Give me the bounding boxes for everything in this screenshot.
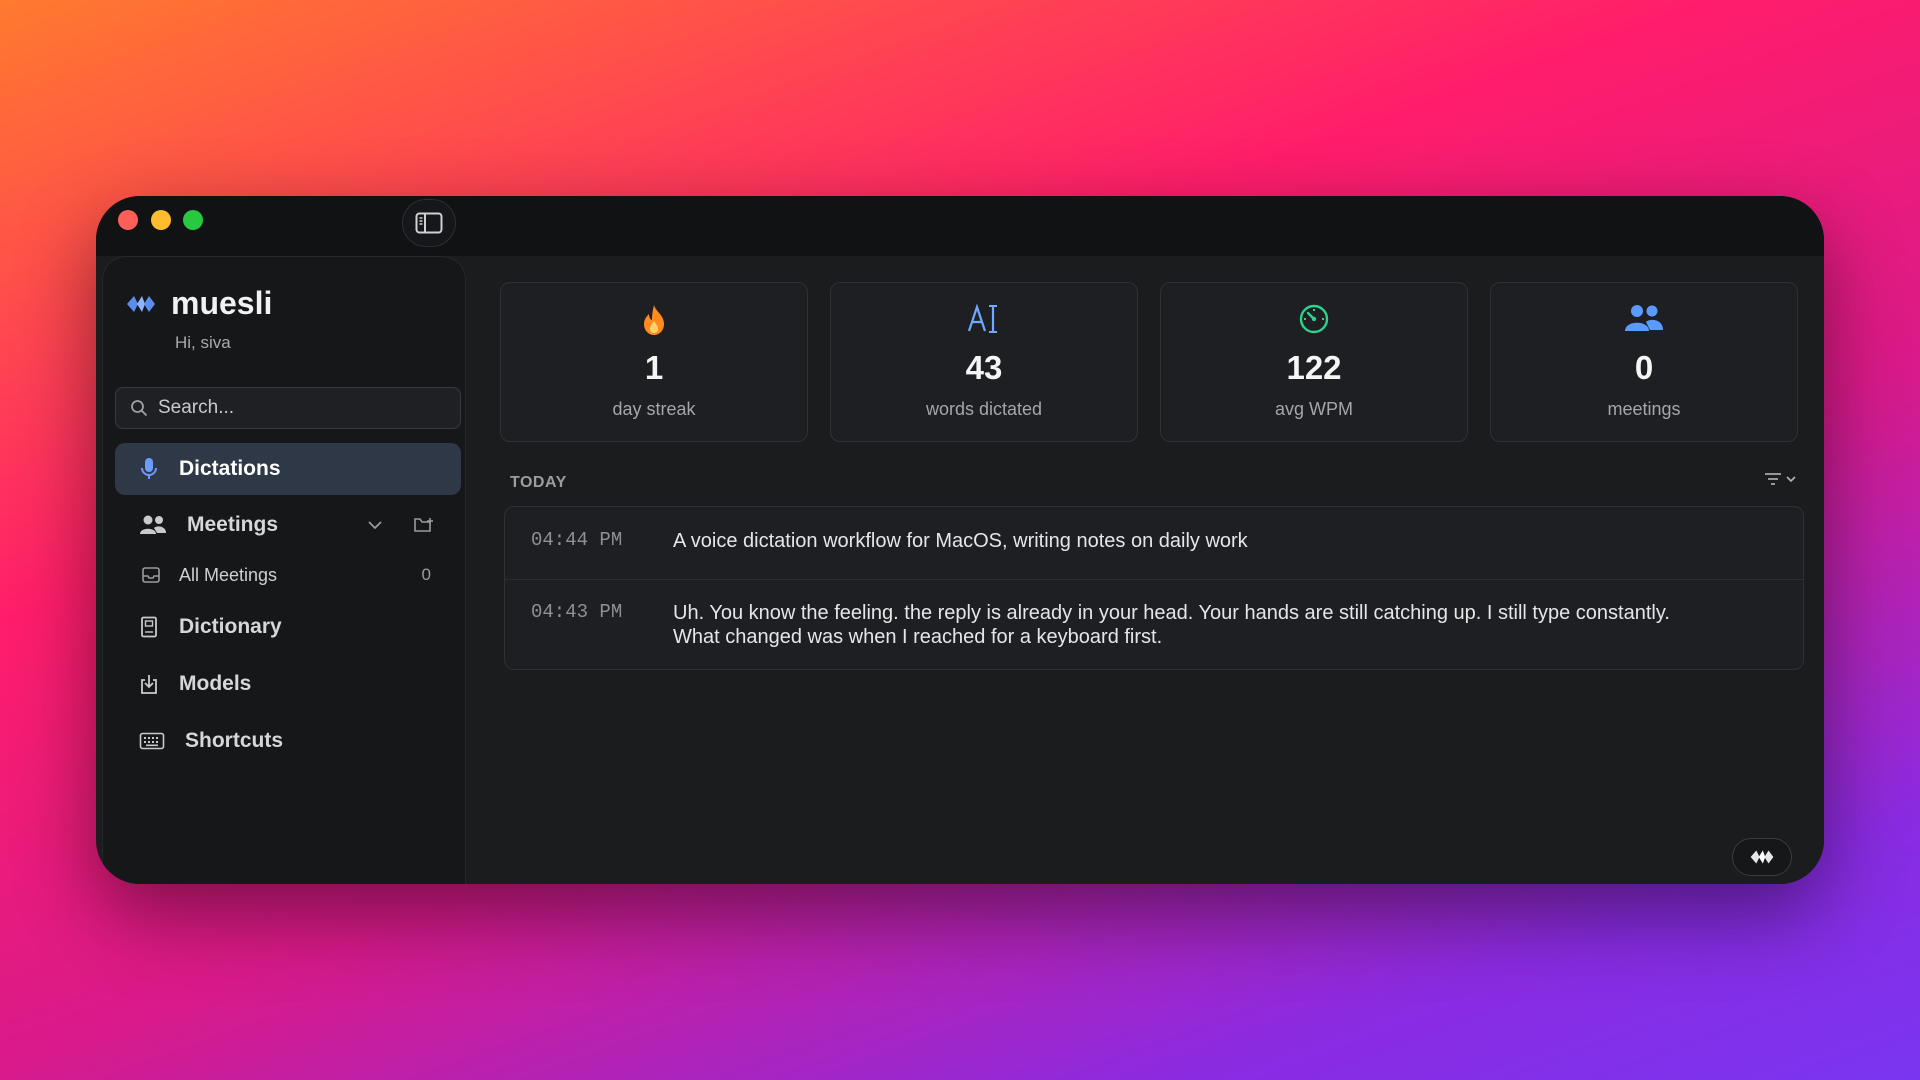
close-window-button[interactable] bbox=[118, 210, 138, 230]
sidebar-item-label: Dictations bbox=[179, 457, 281, 480]
stat-value: 122 bbox=[1286, 349, 1342, 386]
stat-value: 1 bbox=[644, 349, 664, 386]
minimize-window-button[interactable] bbox=[151, 210, 171, 230]
dictation-time: 04:43 PM bbox=[531, 601, 623, 623]
sidebar: muesli Hi, siva Dictations bbox=[102, 256, 466, 884]
stat-card-meetings: 0 meetings bbox=[1490, 282, 1798, 442]
search-input[interactable] bbox=[158, 397, 448, 419]
stat-caption: meetings bbox=[1607, 399, 1681, 419]
title-bar bbox=[96, 196, 1824, 256]
all-meetings-count: 0 bbox=[421, 565, 431, 584]
brand: muesli bbox=[125, 285, 272, 322]
meetings-actions bbox=[367, 516, 435, 534]
divider bbox=[505, 579, 1803, 580]
sidebar-item-label: All Meetings bbox=[179, 564, 278, 585]
app-window: muesli Hi, siva Dictations bbox=[96, 196, 1824, 884]
section-label-today: TODAY bbox=[510, 474, 567, 491]
sidebar-item-label: Meetings bbox=[187, 513, 279, 536]
muesli-logo-icon bbox=[127, 295, 155, 312]
flame-icon bbox=[644, 305, 664, 335]
sidebar-item-all-meetings[interactable]: All Meetings 0 bbox=[115, 557, 461, 593]
new-folder-icon[interactable] bbox=[413, 516, 435, 534]
sidebar-item-meetings[interactable]: Meetings bbox=[115, 499, 461, 551]
download-icon bbox=[141, 675, 157, 694]
people-icon bbox=[140, 515, 166, 534]
inbox-icon bbox=[142, 567, 160, 583]
sidebar-item-label: Models bbox=[179, 672, 252, 695]
sort-filter-button[interactable] bbox=[1764, 472, 1796, 486]
dictation-text: A voice dictation workflow for MacOS, wr… bbox=[673, 530, 1248, 552]
stat-caption: words dictated bbox=[925, 399, 1043, 419]
chevron-down-icon bbox=[1786, 476, 1796, 483]
keyboard-icon bbox=[139, 732, 165, 750]
greeting: Hi, siva bbox=[175, 333, 231, 352]
book-icon bbox=[141, 616, 157, 638]
quick-dictate-button[interactable] bbox=[1732, 838, 1792, 876]
mic-icon bbox=[141, 458, 157, 479]
stat-card-streak: 1 day streak bbox=[500, 282, 808, 442]
speedometer-icon bbox=[1299, 304, 1329, 334]
sidebar-item-label: Shortcuts bbox=[185, 729, 284, 752]
muesli-logo-icon bbox=[1750, 850, 1774, 864]
dictation-list: 04:44 PM A voice dictation workflow for … bbox=[504, 506, 1804, 670]
stat-value: 43 bbox=[965, 349, 1003, 386]
sidebar-item-dictations[interactable]: Dictations bbox=[115, 443, 461, 495]
main-content: 1 day streak 43 words dictated 122 avg W… bbox=[468, 256, 1824, 884]
search-box[interactable] bbox=[115, 387, 461, 429]
sidebar-item-dictionary[interactable]: Dictionary bbox=[115, 601, 461, 653]
search-icon bbox=[131, 400, 147, 416]
filter-icon bbox=[1765, 473, 1781, 485]
stat-caption: day streak bbox=[612, 399, 696, 419]
stat-card-wpm: 122 avg WPM bbox=[1160, 282, 1468, 442]
sidebar-icon bbox=[415, 212, 443, 234]
stat-card-words: 43 words dictated bbox=[830, 282, 1138, 442]
stat-caption: avg WPM bbox=[1274, 399, 1353, 419]
text-cursor-icon bbox=[967, 303, 997, 333]
sidebar-item-label: Dictionary bbox=[179, 615, 282, 638]
sidebar-toggle-button[interactable] bbox=[402, 199, 456, 247]
sidebar-item-shortcuts[interactable]: Shortcuts bbox=[115, 715, 461, 767]
dictation-time: 04:44 PM bbox=[531, 529, 623, 551]
app-name: muesli bbox=[171, 285, 273, 321]
dictation-text: Uh. You know the feeling. the reply is a… bbox=[673, 602, 1670, 648]
stat-value: 0 bbox=[1634, 349, 1654, 386]
chevron-down-icon[interactable] bbox=[367, 520, 383, 530]
people-icon bbox=[1625, 305, 1663, 331]
zoom-window-button[interactable] bbox=[183, 210, 203, 230]
sidebar-item-models[interactable]: Models bbox=[115, 658, 461, 710]
